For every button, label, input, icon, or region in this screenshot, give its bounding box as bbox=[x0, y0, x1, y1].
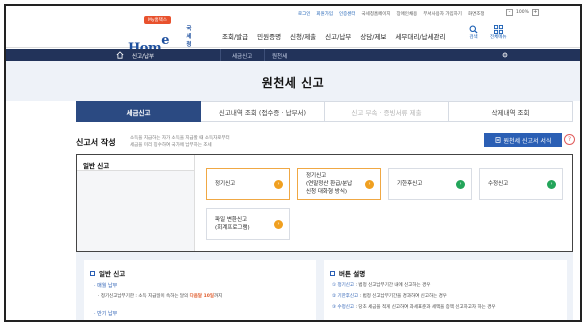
section-desc-line2: 세금을 미리 징수하여 국가에 납부하는 조세 bbox=[130, 143, 212, 148]
monthly-payment-label: · 매월 납부 bbox=[94, 283, 118, 289]
arrow-right-icon: › bbox=[365, 180, 374, 189]
document-icon bbox=[495, 137, 500, 143]
square-bullet-icon bbox=[330, 270, 335, 276]
gnb-item-application[interactable]: 신청/제출 bbox=[290, 31, 316, 41]
card-regular-filing-interactive[interactable]: 정기신고 (연말정산 환급/분납 신청 대화형 방식) › bbox=[297, 168, 381, 200]
font-increase-button[interactable]: + bbox=[531, 9, 539, 16]
my-hometax-badge[interactable]: My홈택스 bbox=[144, 16, 171, 24]
font-size-control: - 100% + bbox=[506, 9, 539, 16]
card-label: 정기신고 bbox=[215, 181, 236, 187]
general-filing-heading: 일반 신고 bbox=[77, 155, 194, 171]
site-header: My홈택스 Hom e tax 국세청홈택스 조회/발급 민원증명 신청/제출 … bbox=[6, 16, 580, 72]
guide-num: ② bbox=[332, 294, 337, 299]
card-sublabel: (연말정산 환급/분납 bbox=[306, 181, 353, 187]
card-label: 파일 변환신고 bbox=[215, 217, 248, 223]
arrow-right-icon: › bbox=[456, 180, 465, 189]
button-guide-heading: 버튼 설명 bbox=[330, 268, 365, 278]
form-template-button[interactable]: 원천세 신고서 서식 bbox=[484, 133, 562, 147]
all-menu-label: 전체메뉴 bbox=[490, 35, 507, 40]
title-area: 원천세 신고 bbox=[6, 61, 580, 101]
guide-num: ③ bbox=[332, 305, 337, 310]
general-filing-info-heading: 일반 신고 bbox=[90, 268, 125, 278]
home-icon[interactable] bbox=[116, 51, 124, 59]
deadline-highlight: 다음달 10일 bbox=[189, 294, 215, 299]
gnb-item-filing[interactable]: 신고/납부 bbox=[325, 31, 351, 41]
breadcrumb-divider bbox=[264, 49, 265, 61]
general-filing-info: 일반 신고 · 매월 납부 · 정기신고납부기한 : 소득 지급일이 속하는 달… bbox=[84, 260, 316, 320]
guide-line-late: ② 기한후신고 : 법정 신고납부기간을 경과하여 신고하는 경우 bbox=[332, 293, 447, 299]
button-guide-title: 버튼 설명 bbox=[339, 270, 366, 278]
gnb-item-tax-agent[interactable]: 세무대리/납세관리 bbox=[395, 31, 445, 41]
card-label: 수정신고 bbox=[488, 181, 509, 187]
gnb-item-consult[interactable]: 상담/제보 bbox=[360, 31, 386, 41]
info-panel: 일반 신고 · 매월 납부 · 정기신고납부기한 : 소득 지급일이 속하는 달… bbox=[76, 252, 573, 320]
breadcrumb-tax-filing[interactable]: 세금신고 bbox=[232, 52, 252, 60]
filing-options-box: 일반 신고 정기신고 › 정기신고 (연말정산 환급/분납 신청 대화형 방식)… bbox=[76, 154, 573, 252]
semiannual-payment-label: · 반기 납부 bbox=[94, 311, 118, 317]
breadcrumb-divider bbox=[220, 49, 221, 61]
deadline-text-a: · 정기신고납부기한 : 소득 지급일이 속하는 달의 bbox=[98, 294, 190, 299]
square-bullet-icon bbox=[90, 270, 95, 276]
global-nav: 조회/발급 민원증명 신청/제출 신고/납부 상담/제보 세무대리/납세관리 bbox=[222, 31, 445, 41]
guide-line-amended: ③ 수정신고 : 당초 세금을 적게 신고하여 과세표준과 세액을 증액 신고하… bbox=[332, 304, 496, 310]
page-title: 원천세 신고 bbox=[261, 76, 325, 90]
help-icon[interactable]: ? bbox=[564, 134, 575, 145]
button-guide-info: 버튼 설명 ① 정기신고 : 법정 신고납부기간 내에 신고하는 경우 ② 기한… bbox=[324, 260, 567, 320]
grid-menu-icon bbox=[493, 25, 503, 34]
section-desc-line1: 소득을 지급하는 자가 소득을 지급할 때 소득자로부터 bbox=[130, 136, 230, 141]
tab-deleted-history[interactable]: 삭제내역 조회 bbox=[449, 101, 573, 122]
font-size-value: 100% bbox=[516, 10, 529, 15]
form-template-label: 원천세 신고서 서식 bbox=[503, 137, 552, 145]
guide-key: 기한후신고 bbox=[337, 294, 359, 299]
search-label: 검색 bbox=[469, 35, 478, 40]
card-label: 정기신고 bbox=[306, 173, 327, 179]
monthly-deadline-text: · 정기신고납부기한 : 소득 지급일이 속하는 달의 다음달 10일까지 bbox=[98, 293, 222, 299]
tab-attachment-submit[interactable]: 신고 부속 · 증빙서류 제출 bbox=[325, 101, 449, 122]
gnb-item-certificate[interactable]: 민원증명 bbox=[257, 31, 281, 41]
card-sublabel: 신청 대화형 방식) bbox=[306, 189, 348, 195]
card-sublabel: (회계프로그램) bbox=[215, 225, 250, 231]
section-description: 소득을 지급하는 자가 소득을 지급할 때 소득자로부터 세금을 미리 징수하여… bbox=[130, 135, 310, 149]
guide-text: : 당초 세금을 적게 신고하여 과세표준과 세액을 증액 신고하고자 하는 경… bbox=[354, 305, 496, 310]
tab-bar: 세금신고 신고내역 조회 (접수증 · 납부서) 신고 부속 · 증빙서류 제출… bbox=[76, 101, 573, 122]
browser-frame: 로그인 회원가입 인증센터 국세청홈페이지 장애인채용 부서사용자 가입하기 화… bbox=[4, 4, 582, 322]
guide-text: : 법정 신고납부기간을 경과하여 신고하는 경우 bbox=[358, 294, 447, 299]
search-button[interactable]: 검색 bbox=[469, 25, 478, 40]
breadcrumb-bar: 신고/납부 세금신고 원천세 bbox=[6, 49, 580, 61]
arrow-right-icon: › bbox=[274, 180, 283, 189]
gnb-item-inquiry[interactable]: 조회/발급 bbox=[222, 31, 248, 41]
card-regular-filing[interactable]: 정기신고 › bbox=[206, 168, 290, 200]
breadcrumb-withholding[interactable]: 원천세 bbox=[272, 52, 287, 60]
guide-text: : 법정 신고납부기간 내에 신고하는 경우 bbox=[354, 283, 431, 288]
tab-filing-history[interactable]: 신고내역 조회 (접수증 · 납부서) bbox=[201, 101, 325, 122]
font-decrease-button[interactable]: - bbox=[506, 9, 513, 16]
card-file-conversion[interactable]: 파일 변환신고 (회계프로그램) › bbox=[206, 208, 290, 240]
arrow-right-icon: › bbox=[274, 220, 283, 229]
gear-icon[interactable] bbox=[502, 52, 508, 58]
general-filing-info-title: 일반 신고 bbox=[99, 270, 126, 278]
guide-key: 수정신고 bbox=[337, 305, 355, 310]
guide-key: 정기신고 bbox=[337, 283, 355, 288]
guide-line-regular: ① 정기신고 : 법정 신고납부기간 내에 신고하는 경우 bbox=[332, 282, 430, 288]
deadline-text-c: 까지 bbox=[214, 294, 223, 299]
filing-type-panel: 일반 신고 bbox=[77, 155, 195, 251]
card-late-filing[interactable]: 기한후신고 › bbox=[388, 168, 472, 200]
header-icons: 검색 전체메뉴 bbox=[469, 25, 507, 40]
search-icon bbox=[469, 25, 478, 34]
card-amended-filing[interactable]: 수정신고 › bbox=[479, 168, 563, 200]
section-title: 신고서 작성 bbox=[76, 138, 116, 147]
arrow-right-icon: › bbox=[547, 180, 556, 189]
tab-tax-filing[interactable]: 세금신고 bbox=[76, 101, 201, 122]
card-label: 기한후신고 bbox=[397, 181, 423, 187]
breadcrumb-filing[interactable]: 신고/납부 bbox=[132, 52, 154, 60]
all-menu-button[interactable]: 전체메뉴 bbox=[490, 25, 507, 40]
guide-num: ① bbox=[332, 283, 337, 288]
